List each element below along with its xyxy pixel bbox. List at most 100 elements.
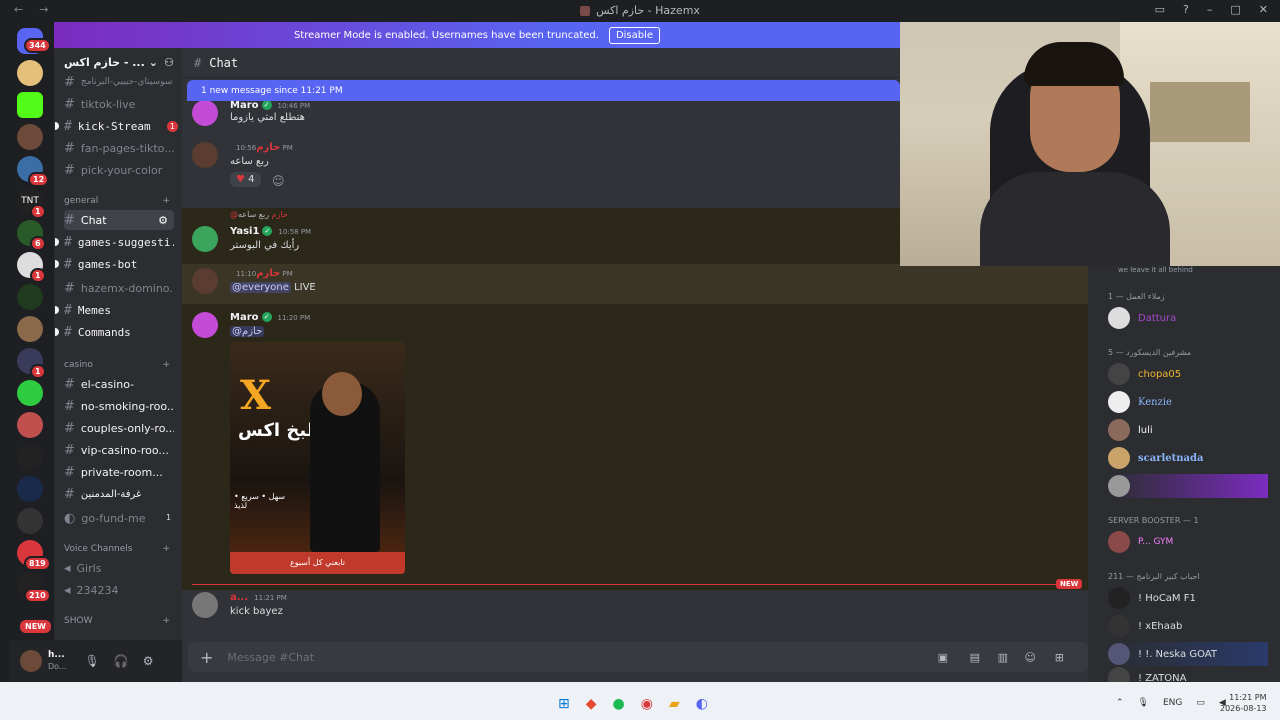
poster-sub: سهل • سريع • لذيذ xyxy=(234,492,286,510)
server-icon[interactable] xyxy=(17,284,43,310)
member-item[interactable]: scarletnada xyxy=(1108,446,1203,470)
member-item[interactable] xyxy=(1108,474,1268,498)
app-icon[interactable]: ◉ xyxy=(641,696,653,712)
server-icon[interactable] xyxy=(17,508,43,534)
new-messages-bar[interactable]: 1 new message since 11:21 PM xyxy=(187,80,900,101)
help-icon[interactable]: ? xyxy=(1183,3,1189,16)
microphone-icon[interactable]: 🎙 xyxy=(85,654,100,668)
avatar[interactable] xyxy=(192,268,218,294)
new-badge: NEW xyxy=(18,618,53,635)
server-icon[interactable] xyxy=(17,380,43,406)
mention-badge: 1 xyxy=(166,121,178,132)
message-author: Maro ✓ 10:46 PM xyxy=(230,100,311,111)
reaction[interactable]: ♥ 4 xyxy=(230,172,261,187)
server-icon[interactable] xyxy=(17,60,43,86)
maximize-icon[interactable]: □ xyxy=(1230,3,1240,16)
message: Maro ✓ 11:20 PM @حازم X مطبخ اكس سهل • سري… xyxy=(182,310,1088,578)
file-explorer-icon[interactable]: ▰ xyxy=(669,696,680,712)
member-item[interactable]: Dattura xyxy=(1108,306,1176,330)
gif-icon[interactable]: ▤ xyxy=(970,651,980,664)
avatar[interactable] xyxy=(192,592,218,618)
voice-channel[interactable]: ◂ Girls xyxy=(64,558,174,578)
voice-channel[interactable]: ◂ 234234 xyxy=(64,580,174,600)
gift-icon[interactable]: ▣ xyxy=(938,651,948,664)
windows-start-icon[interactable]: ⊞ xyxy=(558,696,570,712)
category-casino[interactable]: casino + xyxy=(64,360,170,370)
channel-item[interactable]: # tiktok-live xyxy=(64,94,174,114)
member-list: we leave it all behind زملاء العمل — 1 D… xyxy=(1088,266,1280,689)
channel-item[interactable]: # games-bot xyxy=(64,254,174,274)
kick-server-icon[interactable] xyxy=(17,92,43,118)
add-friend-icon[interactable]: ⚇ xyxy=(164,56,174,69)
server-icon[interactable] xyxy=(17,476,43,502)
channel-item[interactable]: # fan-pages-tikto... xyxy=(64,138,174,158)
spotify-icon[interactable]: ● xyxy=(613,696,625,712)
new-label: NEW xyxy=(1056,579,1083,589)
language-indicator[interactable]: ENG xyxy=(1163,698,1182,708)
message-author: Yasi1 ✓ 10:58 PM xyxy=(230,226,312,237)
channel-item[interactable]: # couples-only-ro... xyxy=(64,418,174,438)
chevron-up-icon[interactable]: ⌃ xyxy=(1116,698,1124,708)
message-content: ربع ساعه xyxy=(230,156,269,167)
message-author: حازم11:10 PM xyxy=(236,268,293,279)
channel-item[interactable]: # pick-your-color xyxy=(64,160,174,180)
poster-image[interactable]: X مطبخ اكس سهل • سريع • لذيذ تابعني كل أ… xyxy=(230,342,405,574)
headset-icon[interactable]: 🎧 xyxy=(114,654,129,668)
channel-item[interactable]: # سوسيتاي-حبيبي-البرنامج xyxy=(64,72,174,92)
chevron-down-icon: ⌄ xyxy=(148,55,158,69)
channel-item[interactable]: ◐ go-fund-me xyxy=(64,508,174,528)
apps-icon[interactable]: ⊞ xyxy=(1055,651,1064,664)
avatar[interactable] xyxy=(192,226,218,252)
member-item[interactable]: chopa05 xyxy=(1108,362,1181,386)
server-icon[interactable] xyxy=(17,316,43,342)
category-voice[interactable]: Voice Channels + xyxy=(64,544,170,554)
network-icon[interactable]: ▭ xyxy=(1196,698,1205,708)
clock[interactable]: 11:21 PM 2026-08-13 xyxy=(1220,692,1267,714)
add-reaction-icon[interactable]: ☺ xyxy=(272,174,285,188)
channel-item[interactable]: #games-suggesti... xyxy=(64,232,174,252)
message-author: a... 11:21 PM xyxy=(230,592,287,603)
member-item[interactable]: ! !. Neska GOAT xyxy=(1108,642,1268,666)
emoji-icon[interactable]: ☺ xyxy=(1025,651,1036,664)
member-item[interactable]: Kenzie xyxy=(1108,390,1172,414)
channel-item[interactable]: # غرفة-المدمنين xyxy=(64,484,174,504)
channel-item[interactable]: # Memes xyxy=(64,300,174,320)
plus-icon: + xyxy=(162,616,170,626)
category-show[interactable]: SHOW + xyxy=(64,616,170,626)
member-item[interactable]: ! HoCaM F1 xyxy=(1108,586,1196,610)
avatar[interactable] xyxy=(192,312,218,338)
message-content: @حازم xyxy=(230,326,265,337)
member-item[interactable]: luli xyxy=(1108,418,1153,442)
channel-item[interactable]: # vip-casino-roo... xyxy=(64,440,174,460)
minimize-icon[interactable]: – xyxy=(1207,3,1213,16)
server-icon[interactable] xyxy=(17,412,43,438)
unread-indicator xyxy=(55,260,59,268)
channel-item[interactable]: # kick-Stream xyxy=(64,116,174,136)
avatar[interactable] xyxy=(192,100,218,126)
microphone-icon[interactable]: 🎙 xyxy=(1138,698,1149,708)
channel-item[interactable]: # no-smoking-roo... xyxy=(64,396,174,416)
avatar[interactable] xyxy=(192,142,218,168)
disable-button[interactable]: Disable xyxy=(608,26,661,44)
message-input[interactable]: + Message #Chat ▣ ▤ ▥ ☺ ⊞ xyxy=(188,642,1088,672)
avatar[interactable] xyxy=(20,650,42,672)
server-icon[interactable] xyxy=(17,124,43,150)
brave-browser-icon[interactable]: ◆ xyxy=(586,696,597,712)
channel-item-chat[interactable]: # Chat ⚙ xyxy=(64,210,174,230)
member-item[interactable]: P... GYM xyxy=(1108,530,1173,554)
close-icon[interactable]: ✕ xyxy=(1259,3,1268,16)
channel-item[interactable]: # el-casino- xyxy=(64,374,174,394)
member-group-title: زملاء العمل — 1 xyxy=(1108,292,1165,301)
server-icon[interactable] xyxy=(17,444,43,470)
inbox-icon[interactable]: ▭ xyxy=(1155,3,1165,16)
channel-item[interactable]: # private-room... xyxy=(64,462,174,482)
gear-icon[interactable]: ⚙ xyxy=(143,654,154,668)
sticker-icon[interactable]: ▥ xyxy=(998,651,1008,664)
member-item[interactable]: ! xEhaab xyxy=(1108,614,1182,638)
plus-icon[interactable]: + xyxy=(200,648,213,667)
window-titlebar: ← → حازم اكس - Hazemx ▭ ? – □ ✕ xyxy=(0,0,1280,22)
discord-icon[interactable]: ◐ xyxy=(696,696,708,712)
category-general[interactable]: general + xyxy=(64,196,170,206)
channel-item[interactable]: # Commands xyxy=(64,322,174,342)
channel-item[interactable]: # hazemx-domino... xyxy=(64,278,174,298)
